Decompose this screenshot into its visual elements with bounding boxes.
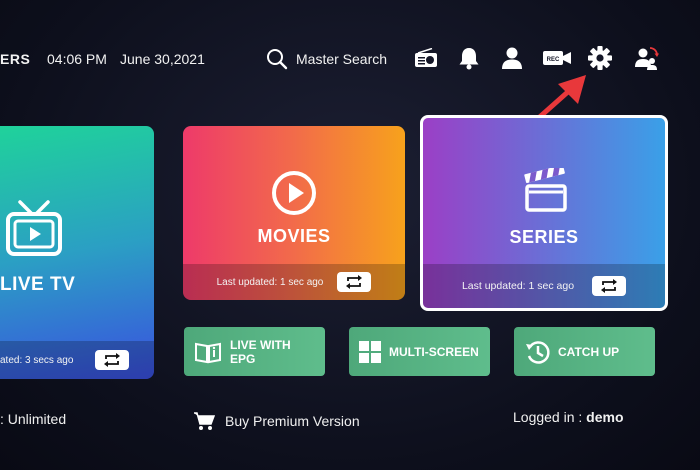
series-card[interactable]: SERIES Last updated: 1 sec ago — [420, 115, 668, 311]
bell-icon[interactable] — [455, 44, 483, 72]
live-with-epg-line2: EPG — [230, 351, 256, 366]
current-date: June 30,2021 — [120, 51, 205, 67]
play-icon — [271, 170, 317, 221]
multi-screen-button[interactable]: MULTI-SCREEN — [349, 327, 490, 376]
rec-camera-icon[interactable]: REC — [541, 44, 573, 72]
rec-label: REC — [547, 57, 560, 63]
catch-up-button[interactable]: CATCH UP — [514, 327, 655, 376]
series-footer: Last updated: 1 sec ago — [423, 264, 665, 308]
gear-icon[interactable] — [586, 44, 614, 72]
live-with-epg-line1: LIVE WITH — [230, 337, 291, 352]
refresh-icon — [346, 275, 363, 289]
switch-user-icon[interactable] — [632, 44, 660, 72]
subscription-status: : Unlimited — [0, 411, 67, 427]
live-tv-title: LIVE TV — [0, 274, 76, 295]
buy-premium-button[interactable]: Buy Premium Version — [193, 411, 360, 431]
clock-time: 04:06 PM — [47, 51, 107, 67]
movies-refresh-button[interactable] — [337, 272, 372, 292]
buy-premium-label: Buy Premium Version — [225, 413, 360, 429]
series-title: SERIES — [509, 227, 579, 247]
history-icon — [524, 338, 552, 366]
radio-icon[interactable] — [412, 44, 440, 72]
search-icon — [266, 48, 288, 70]
refresh-icon — [601, 279, 618, 293]
clapperboard-icon — [523, 165, 569, 219]
catch-up-label: CATCH UP — [558, 344, 620, 359]
cart-icon — [193, 411, 215, 431]
movies-title: MOVIES — [257, 226, 331, 246]
app-brand: ERS — [0, 51, 31, 67]
movies-card[interactable]: MOVIES Last updated: 1 sec ago — [183, 126, 405, 300]
epg-book-icon — [194, 340, 222, 364]
series-refresh-button[interactable] — [592, 276, 627, 296]
logged-in-label: Logged in : — [513, 409, 587, 425]
live-tv-card[interactable]: LIVE TV ated: 3 secs ago — [0, 126, 154, 379]
movies-updated: Last updated: 1 sec ago — [216, 276, 324, 288]
live-tv-footer: ated: 3 secs ago — [0, 341, 154, 379]
live-tv-refresh-button[interactable] — [95, 350, 130, 370]
live-with-epg-button[interactable]: LIVE WITH EPG — [184, 327, 325, 376]
tv-icon — [2, 198, 66, 263]
logged-in-status: Logged in : demo — [513, 409, 624, 425]
grid-icon — [359, 340, 381, 363]
live-tv-updated: ated: 3 secs ago — [0, 354, 74, 366]
series-updated: Last updated: 1 sec ago — [461, 280, 575, 292]
multi-screen-label: MULTI-SCREEN — [389, 344, 479, 359]
refresh-icon — [104, 353, 121, 367]
user-icon[interactable] — [498, 44, 526, 72]
master-search-label: Master Search — [296, 51, 388, 67]
movies-footer: Last updated: 1 sec ago — [183, 264, 405, 300]
logged-in-user: demo — [586, 409, 624, 425]
master-search-button[interactable]: Master Search — [266, 45, 387, 73]
